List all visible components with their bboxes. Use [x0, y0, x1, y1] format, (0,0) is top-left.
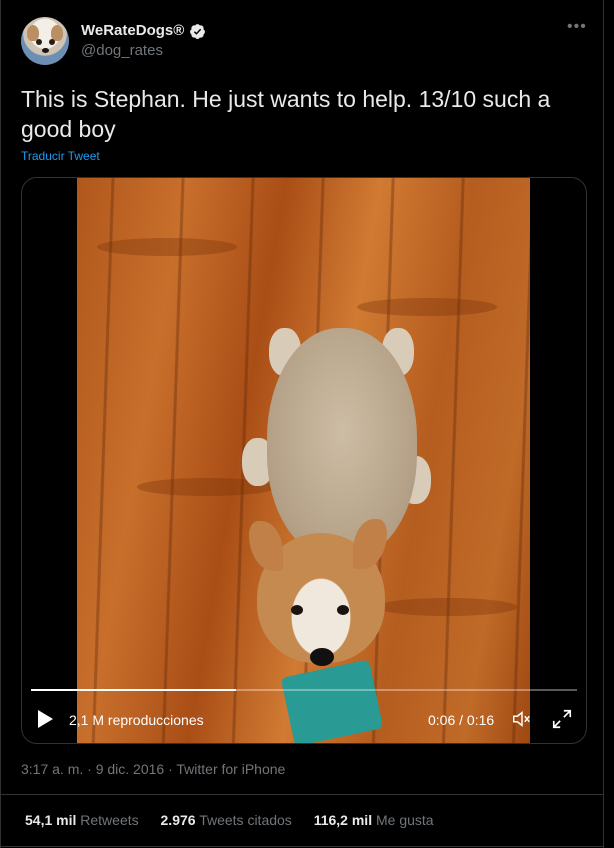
author-name[interactable]: WeRateDogs® — [81, 22, 184, 39]
tweet: WeRateDogs® @dog_rates ••• This is Steph… — [0, 0, 614, 848]
quotes-label: Tweets citados — [199, 812, 292, 828]
puppy-ear-left — [249, 521, 283, 571]
likes-label: Me gusta — [375, 812, 434, 828]
retweets-label: Retweets — [80, 812, 139, 828]
divider — [0, 794, 604, 795]
divider — [0, 846, 604, 847]
avatar-eye-right — [49, 39, 55, 45]
video-progress-bar[interactable] — [31, 689, 577, 691]
tweet-metadata[interactable]: 3:17 a. m. · 9 dic. 2016 · Twitter for i… — [21, 761, 285, 777]
puppy-eye-left — [291, 605, 303, 615]
fullscreen-icon[interactable] — [551, 708, 573, 730]
tweet-text: This is Stephan. He just wants to help. … — [21, 86, 551, 142]
play-icon[interactable] — [38, 710, 53, 728]
video-frame[interactable] — [77, 178, 530, 743]
tweet-stats: 54,1 mil Retweets 2.976 Tweets citados 1… — [25, 812, 452, 828]
wood-grain — [377, 598, 517, 616]
avatar-eye-left — [36, 39, 42, 45]
avatar[interactable] — [21, 17, 69, 65]
puppy-eye-right — [337, 605, 349, 615]
volume-icon[interactable] — [510, 708, 534, 730]
quotes-stat[interactable]: 2.976 Tweets citados — [161, 812, 292, 828]
wood-grain — [97, 238, 237, 256]
verified-badge-icon — [190, 24, 205, 39]
view-count: 2,1 M reproducciones — [69, 712, 204, 728]
toy-box — [280, 659, 384, 743]
puppy-body — [267, 328, 417, 558]
video-time: 0:06 / 0:16 — [428, 712, 495, 728]
retweets-stat[interactable]: 54,1 mil Retweets — [25, 812, 139, 828]
puppy-head — [249, 519, 387, 666]
puppy-nose — [310, 648, 334, 666]
translate-tweet-link[interactable]: Traducir Tweet — [21, 149, 100, 163]
more-options-icon[interactable]: ••• — [567, 18, 587, 36]
timeline-border-left — [0, 0, 1, 848]
video-progress-fill — [31, 689, 236, 691]
video-player[interactable]: 2,1 M reproducciones 0:06 / 0:16 — [21, 177, 587, 744]
quotes-count: 2.976 — [160, 812, 196, 828]
author-handle[interactable]: @dog_rates — [81, 42, 163, 59]
timeline-border-right — [603, 0, 604, 848]
likes-stat[interactable]: 116,2 mil Me gusta — [314, 812, 434, 828]
avatar-nose — [42, 48, 49, 53]
likes-count: 116,2 mil — [313, 812, 373, 828]
wood-grain — [357, 298, 497, 316]
retweets-count: 54,1 mil — [25, 812, 77, 828]
